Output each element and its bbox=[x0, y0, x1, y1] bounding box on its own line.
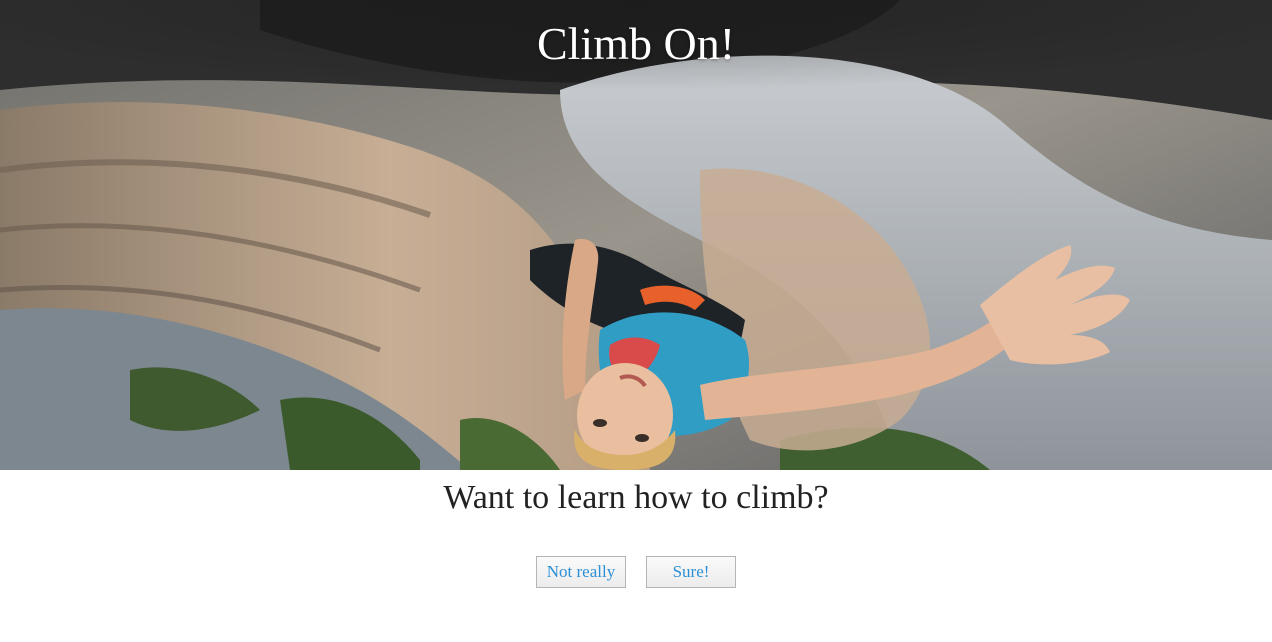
sure-button[interactable]: Sure! bbox=[646, 556, 736, 588]
page-title: Climb On! bbox=[536, 18, 736, 69]
hero-banner: Climb On! bbox=[0, 0, 1272, 470]
signup-question: Want to learn how to climb? bbox=[443, 479, 829, 516]
response-buttons: Not really Sure! bbox=[0, 556, 1272, 588]
not-really-button[interactable]: Not really bbox=[536, 556, 626, 588]
